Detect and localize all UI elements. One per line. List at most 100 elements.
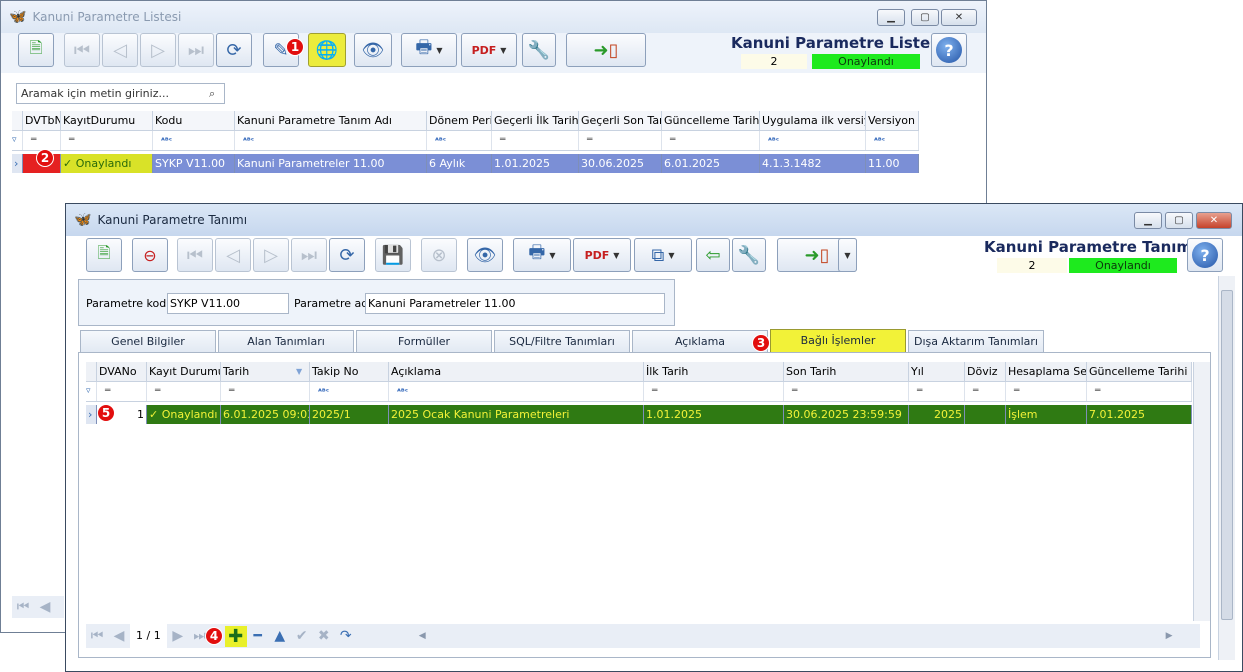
filter-cell[interactable]: ᴬᴮᶜ bbox=[866, 131, 919, 150]
cell-guncelleme[interactable]: 7.01.2025 bbox=[1087, 405, 1192, 424]
grid-vertical-scrollbar[interactable] bbox=[1193, 362, 1210, 621]
table-row[interactable]: › ✓ Onaylandı SYKP V11.00 Kanuni Paramet… bbox=[12, 154, 919, 173]
cell-doviz[interactable] bbox=[965, 405, 1006, 424]
next-record-icon[interactable]: ▷ bbox=[253, 238, 289, 272]
filter-cell[interactable]: ═ bbox=[97, 382, 147, 401]
filter-cell[interactable]: ᴬᴮᶜ bbox=[760, 131, 866, 150]
filter-cell[interactable]: ═ bbox=[221, 382, 310, 401]
col-header[interactable]: DVTbNo bbox=[23, 111, 61, 130]
import-icon[interactable]: ⇦ bbox=[696, 238, 730, 272]
cell-aciklama[interactable]: 2025 Ocak Kanuni Parametreleri bbox=[389, 405, 644, 424]
print-button[interactable]: 🖶 ▼ bbox=[401, 33, 457, 67]
export-pdf-button[interactable]: PDF ▼ bbox=[573, 238, 631, 272]
next-page-icon[interactable]: ▶ bbox=[167, 628, 189, 644]
refresh-icon[interactable]: ⟳ bbox=[329, 238, 365, 272]
cell-yil[interactable]: 2025 bbox=[909, 405, 965, 424]
preview-icon[interactable]: 👁 bbox=[354, 33, 392, 67]
cancel-icon[interactable]: ✖ bbox=[313, 628, 335, 644]
col-header[interactable]: Uygulama ilk versiyon bbox=[760, 111, 866, 130]
col-header[interactable]: Kayıt Durumu bbox=[147, 362, 221, 381]
undo-icon[interactable]: ↷ bbox=[335, 628, 357, 644]
confirm-icon[interactable]: ✔ bbox=[291, 628, 313, 644]
cell-kayit-durumu[interactable]: ✓ Onaylandı bbox=[61, 154, 153, 173]
cell-donem[interactable]: 6 Aylık bbox=[427, 154, 492, 173]
filter-cell[interactable]: ═ bbox=[909, 382, 965, 401]
tools-icon[interactable]: 🔧 bbox=[732, 238, 766, 272]
col-header[interactable]: KayıtDurumu bbox=[61, 111, 153, 130]
scroll-thumb[interactable] bbox=[1221, 290, 1233, 620]
col-header[interactable]: Hesaplama Sevi bbox=[1006, 362, 1087, 381]
exit-button[interactable]: ➜ ▯ bbox=[566, 33, 646, 67]
tab-aciklama[interactable]: Açıklama bbox=[632, 330, 768, 352]
cell-kayit-durumu[interactable]: ✓ Onaylandı bbox=[147, 405, 221, 424]
last-record-icon[interactable]: ⏭ bbox=[178, 33, 214, 67]
cell-hesaplama[interactable]: İşlem bbox=[1006, 405, 1087, 424]
tab-formuller[interactable]: Formüller bbox=[356, 330, 492, 352]
filter-cell[interactable]: ═ bbox=[61, 131, 153, 150]
param-adi-field[interactable]: Kanuni Parametreler 11.00 bbox=[365, 293, 665, 314]
new-record-button[interactable]: 🗎 bbox=[86, 238, 122, 272]
col-header[interactable]: Dönem Periy bbox=[427, 111, 492, 130]
delete-row-icon[interactable]: ━ bbox=[247, 628, 269, 644]
col-header[interactable]: DVANo bbox=[97, 362, 147, 381]
tab-alan-tanimlari[interactable]: Alan Tanımları bbox=[218, 330, 354, 352]
help-button[interactable]: ? bbox=[1187, 238, 1223, 272]
scroll-right-icon[interactable]: ▶ bbox=[1166, 631, 1173, 641]
col-header[interactable]: Geçerli İlk Tarih bbox=[492, 111, 579, 130]
add-row-button[interactable]: ✚ bbox=[224, 625, 247, 647]
filter-cell[interactable]: ᴬᴮᶜ bbox=[153, 131, 235, 150]
filter-cell[interactable]: ═ bbox=[492, 131, 579, 150]
minimize-button[interactable]: ▁ bbox=[1134, 212, 1162, 229]
title-bar[interactable]: 🦋 Kanuni Parametre Listesi ▁ ▢ ✕ bbox=[1, 1, 986, 33]
col-header[interactable]: Güncelleme Tarihi bbox=[662, 111, 760, 130]
cell-son-tarih[interactable]: 30.06.2025 bbox=[579, 154, 662, 173]
copy-button[interactable]: ⧉ ▼ bbox=[634, 238, 692, 272]
tab-disa-aktarim[interactable]: Dışa Aktarım Tanımları bbox=[908, 330, 1044, 352]
filter-cell[interactable]: ═ bbox=[965, 382, 1006, 401]
tab-bagli-islemler[interactable]: Bağlı İşlemler bbox=[770, 329, 906, 353]
close-button[interactable]: ✕ bbox=[941, 9, 977, 26]
param-kodu-field[interactable]: SYKP V11.00 bbox=[167, 293, 289, 314]
filter-cell[interactable]: ═ bbox=[579, 131, 662, 150]
cell-kodu[interactable]: SYKP V11.00 bbox=[153, 154, 235, 173]
filter-cell[interactable]: ᴬᴮᶜ bbox=[389, 382, 644, 401]
scroll-left-icon[interactable]: ◀ bbox=[419, 631, 426, 641]
refresh-icon[interactable]: ⟳ bbox=[216, 33, 252, 67]
filter-icon[interactable]: ▿ bbox=[86, 382, 97, 401]
col-header[interactable]: Versiyon bbox=[866, 111, 919, 130]
filter-cell[interactable]: ═ bbox=[23, 131, 61, 150]
print-button[interactable]: 🖶 ▼ bbox=[513, 238, 571, 272]
search-input[interactable]: Aramak için metin giriniz... bbox=[16, 83, 225, 104]
col-header[interactable]: Geçerli Son Tarih bbox=[579, 111, 662, 130]
tab-genel-bilgiler[interactable]: Genel Bilgiler bbox=[80, 330, 216, 352]
next-record-icon[interactable]: ▷ bbox=[140, 33, 176, 67]
filter-icon[interactable]: ▿ bbox=[12, 131, 23, 150]
cancel-save-button[interactable]: ⊗ bbox=[421, 238, 457, 272]
cell-ad[interactable]: Kanuni Parametreler 11.00 bbox=[235, 154, 427, 173]
tab-sql-filtre[interactable]: SQL/Filtre Tanımları bbox=[494, 330, 630, 352]
filter-cell[interactable]: ═ bbox=[644, 382, 784, 401]
col-header[interactable]: Kodu bbox=[153, 111, 235, 130]
last-record-icon[interactable]: ⏭ bbox=[291, 238, 327, 272]
filter-cell[interactable]: ═ bbox=[784, 382, 909, 401]
prev-record-icon[interactable]: ◁ bbox=[215, 238, 251, 272]
exit-dropdown-icon[interactable]: ▼ bbox=[838, 238, 857, 272]
minimize-button[interactable]: ▁ bbox=[877, 9, 905, 26]
filter-cell[interactable]: ᴬᴮᶜ bbox=[310, 382, 389, 401]
first-page-icon[interactable]: ⏮ bbox=[12, 599, 34, 615]
export-pdf-button[interactable]: PDF ▼ bbox=[461, 33, 517, 67]
prev-record-icon[interactable]: ◁ bbox=[102, 33, 138, 67]
filter-cell[interactable]: ═ bbox=[662, 131, 760, 150]
table-row[interactable]: › 1 ✓ Onaylandı 6.01.2025 09:03: 2025/1 … bbox=[86, 405, 1192, 424]
col-header[interactable]: Takip No bbox=[310, 362, 389, 381]
delete-record-button[interactable]: ⊖ bbox=[132, 238, 168, 272]
cell-ilk-tarih[interactable]: 1.01.2025 bbox=[644, 405, 784, 424]
cell-takip-no[interactable]: 2025/1 bbox=[310, 405, 389, 424]
filter-cell[interactable]: ═ bbox=[147, 382, 221, 401]
new-record-button[interactable]: 🗎 bbox=[18, 33, 54, 67]
cell-son-tarih[interactable]: 30.06.2025 23:59:59 bbox=[784, 405, 909, 424]
col-header[interactable]: Kanuni Parametre Tanım Adı bbox=[235, 111, 427, 130]
tools-icon[interactable]: 🔧 bbox=[522, 33, 556, 67]
move-up-icon[interactable]: ▲ bbox=[269, 628, 291, 644]
filter-cell[interactable]: ═ bbox=[1087, 382, 1192, 401]
